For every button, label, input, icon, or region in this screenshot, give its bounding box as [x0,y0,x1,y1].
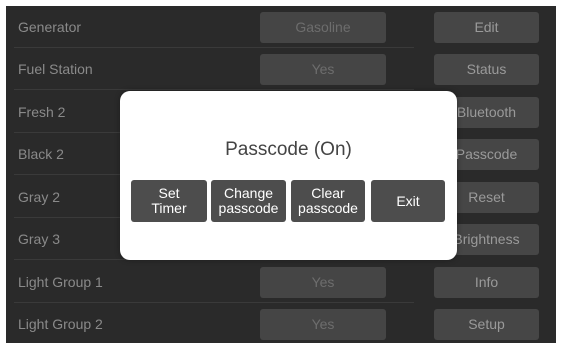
dialog-title: Passcode (On) [225,139,352,160]
modal-overlay: Passcode (On) Set Timer Change passcode … [0,0,563,343]
passcode-dialog: Passcode (On) Set Timer Change passcode … [120,91,457,260]
exit-button[interactable]: Exit [371,180,445,222]
clear-passcode-button[interactable]: Clear passcode [291,180,365,222]
set-timer-button[interactable]: Set Timer [131,180,207,222]
change-passcode-button[interactable]: Change passcode [211,180,286,222]
